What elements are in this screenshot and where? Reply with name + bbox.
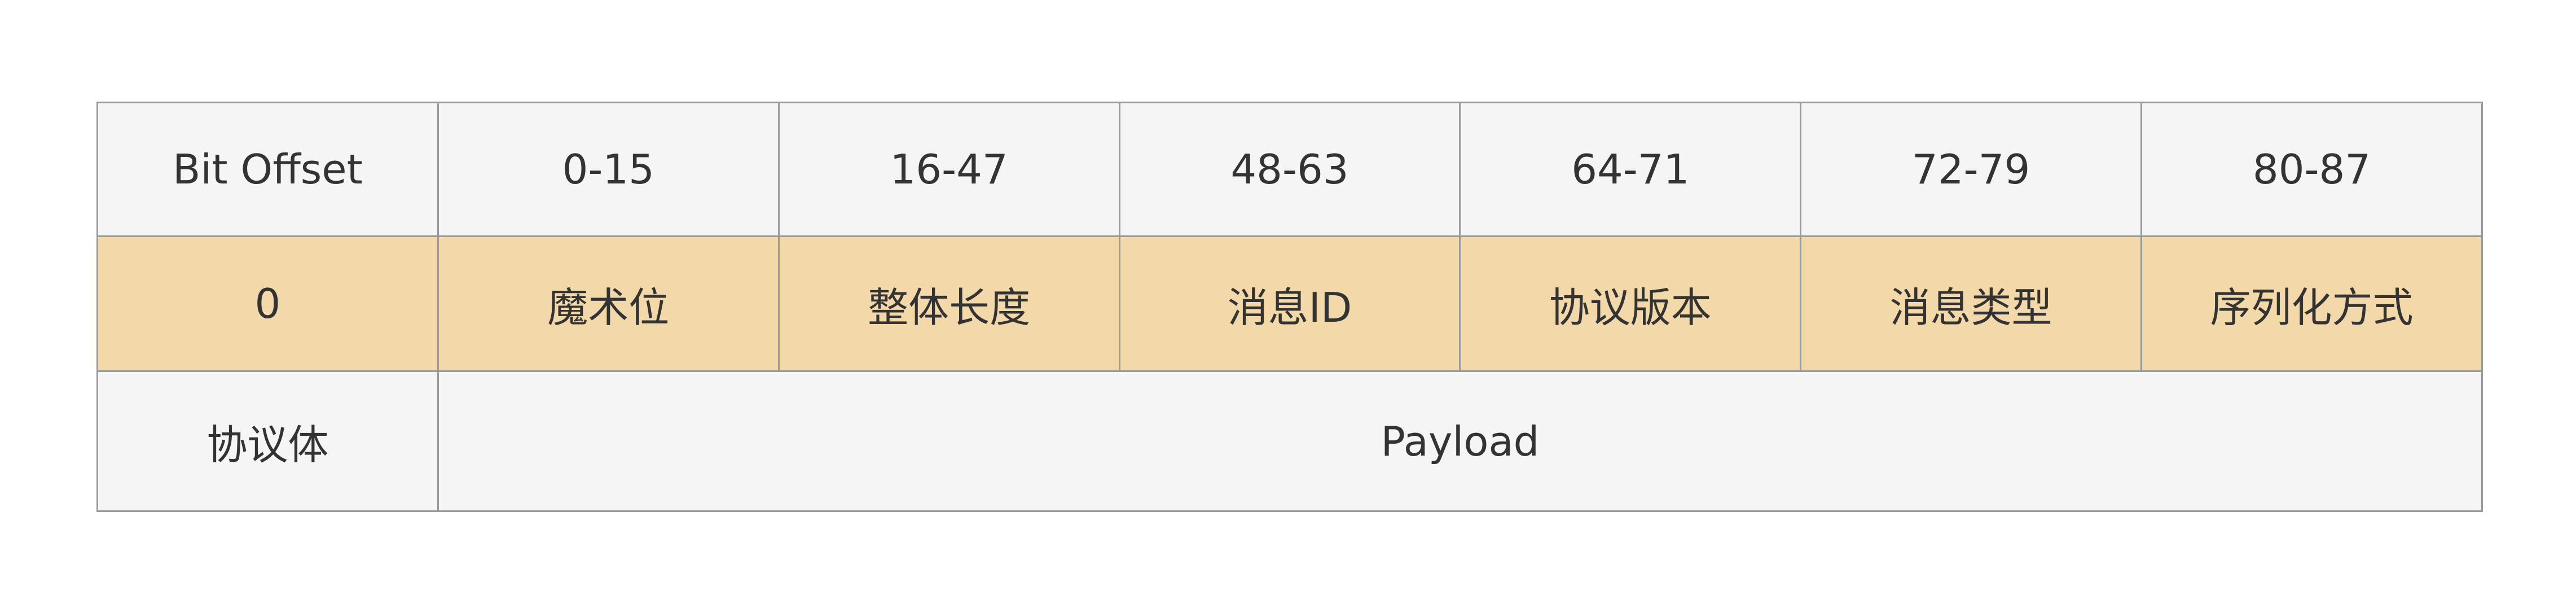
header-fields-row: 0 魔术位 整体长度 消息ID 协议版本 消息类型 序列化方式: [96, 235, 2483, 372]
bit-offset-label: Bit Offset: [96, 102, 439, 237]
field-message-id: 消息ID: [1118, 235, 1461, 372]
range-0-15: 0-15: [437, 102, 780, 237]
range-16-47: 16-47: [777, 102, 1120, 237]
bit-offset-row: Bit Offset 0-15 16-47 48-63 64-71 72-79 …: [96, 102, 2483, 237]
range-64-71: 64-71: [1459, 102, 1802, 237]
protocol-table: Bit Offset 0-15 16-47 48-63 64-71 72-79 …: [96, 102, 2483, 512]
payload-cell: Payload: [437, 370, 2483, 512]
range-80-87: 80-87: [2140, 102, 2483, 237]
field-magic: 魔术位: [437, 235, 780, 372]
protocol-body-row: 协议体 Payload: [96, 370, 2483, 512]
range-48-63: 48-63: [1118, 102, 1461, 237]
protocol-diagram: Bit Offset 0-15 16-47 48-63 64-71 72-79 …: [96, 102, 2483, 512]
range-72-79: 72-79: [1800, 102, 2143, 237]
field-protocol-version: 协议版本: [1459, 235, 1802, 372]
field-message-type: 消息类型: [1800, 235, 2143, 372]
field-serialization: 序列化方式: [2140, 235, 2483, 372]
field-total-length: 整体长度: [777, 235, 1120, 372]
protocol-body-label: 协议体: [96, 370, 439, 512]
row-offset-label: 0: [96, 235, 439, 372]
